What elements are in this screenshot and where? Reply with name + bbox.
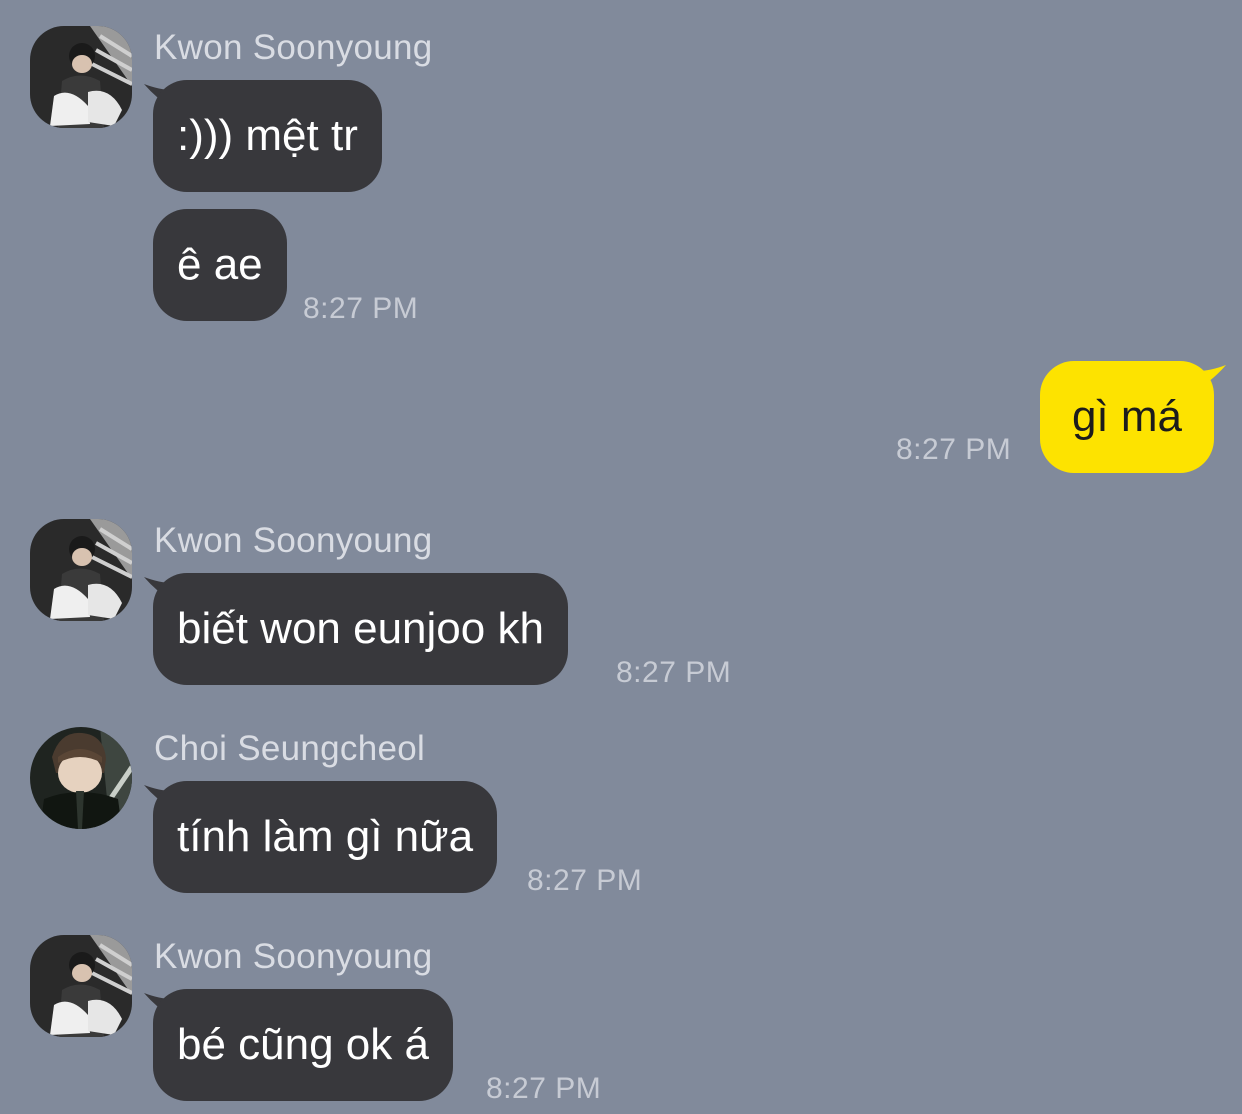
message-text: :))) mệt tr (177, 111, 358, 160)
message-timestamp: 8:27 PM (616, 656, 732, 689)
message-timestamp: 8:27 PM (896, 433, 1012, 466)
avatar-photo (30, 26, 132, 128)
kwon-soonyoung-avatar[interactable] (30, 935, 132, 1037)
message-bubble[interactable]: :))) mệt tr (153, 80, 382, 192)
sender-name: Kwon Soonyoung (154, 937, 433, 976)
avatar-photo (30, 727, 132, 829)
message-text: biết won eunjoo kh (177, 604, 544, 653)
message-text: bé cũng ok á (177, 1020, 429, 1069)
message-timestamp: 8:27 PM (303, 292, 419, 325)
my-message-bubble[interactable]: gì má (1039, 361, 1214, 473)
message-bubble[interactable]: bé cũng ok á (153, 989, 453, 1101)
choi-seungcheol-avatar[interactable] (30, 727, 132, 829)
message-text: tính làm gì nữa (177, 812, 474, 861)
avatar-photo (30, 519, 132, 621)
sender-name: Choi Seungcheol (154, 729, 426, 768)
sender-name: Kwon Soonyoung (154, 521, 433, 560)
message-timestamp: 8:27 PM (486, 1072, 602, 1105)
message-bubble[interactable]: ê ae (153, 209, 287, 321)
message-bubble[interactable]: biết won eunjoo kh (153, 573, 568, 685)
kwon-soonyoung-avatar[interactable] (30, 26, 132, 128)
message-text: gì má (1071, 392, 1182, 441)
kwon-soonyoung-avatar[interactable] (30, 519, 132, 621)
message-timestamp: 8:27 PM (527, 864, 643, 897)
sender-name: Kwon Soonyoung (154, 28, 433, 67)
message-bubble[interactable]: tính làm gì nữa (153, 781, 498, 893)
message-text: ê ae (177, 240, 263, 289)
bubble-tail (1198, 365, 1226, 389)
avatar-photo (30, 935, 132, 1037)
